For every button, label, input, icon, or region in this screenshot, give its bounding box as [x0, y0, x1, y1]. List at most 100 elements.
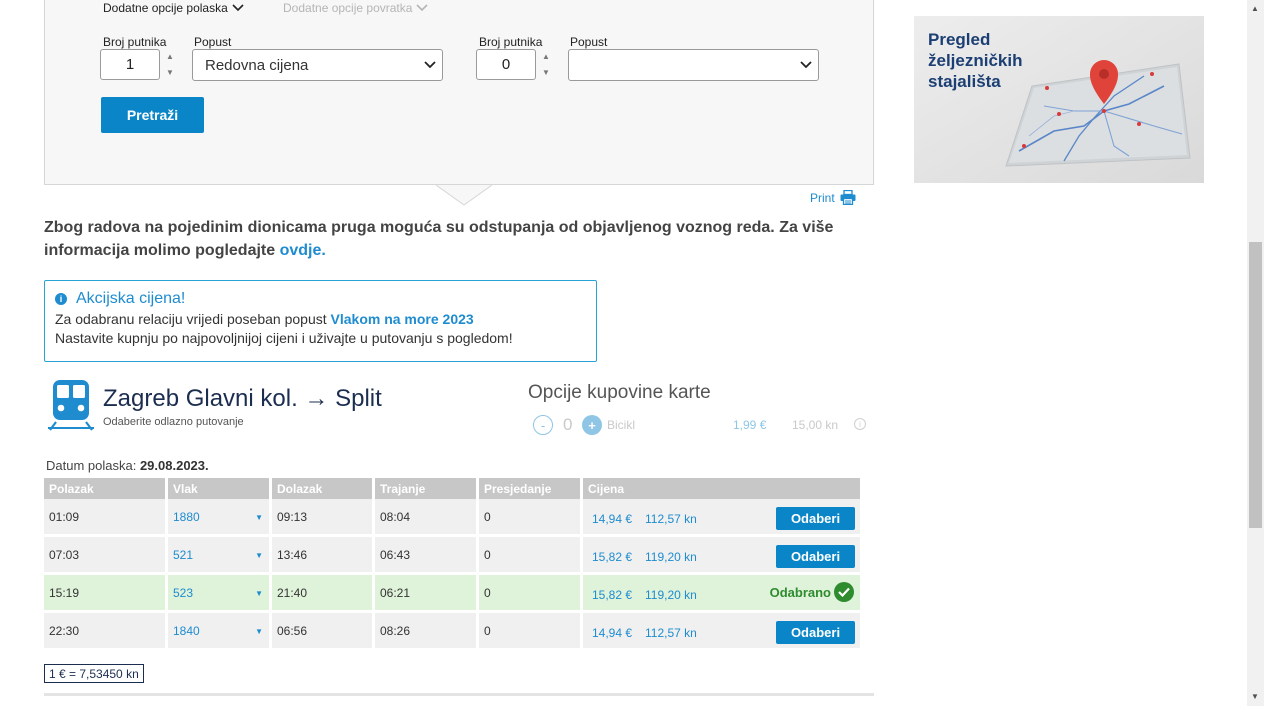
bicycle-price-kn: 15,00 kn	[792, 418, 839, 432]
table-row[interactable]: 22:30 1840 ▼ 06:56 08:26 0 14,94 € 112,57…	[44, 613, 860, 651]
train-number-link[interactable]: 1840 ▼	[168, 613, 272, 651]
stations-map-title-line: Pregled	[928, 30, 991, 49]
train-number-link[interactable]: 521 ▼	[168, 537, 272, 575]
checkmark-icon	[834, 582, 854, 602]
departure-date: Datum polaska: 29.08.2023.	[46, 458, 209, 473]
table-header-row: Polazak Vlak Dolazak Trajanje Presjedanj…	[44, 478, 860, 499]
increase-button[interactable]: +	[582, 415, 602, 435]
column-header: Trajanje	[375, 478, 479, 499]
select-button[interactable]: Odaberi	[776, 507, 855, 530]
transfers: 0	[479, 499, 583, 537]
arrival-time: 06:56	[272, 613, 375, 651]
search-panel: Dodatne opcije polaska Dodatne opcije po…	[44, 0, 874, 185]
stepper-up-icon[interactable]: ▲	[542, 51, 550, 63]
price-cell: 15,82 € 119,20 kn Odaberi	[583, 537, 860, 575]
price-cell: 14,94 € 112,57 kn Odaberi	[583, 499, 860, 537]
dropdown-arrow-icon[interactable]: ▼	[255, 551, 263, 560]
decrease-button[interactable]: -	[533, 415, 553, 435]
scroll-up-icon[interactable]: ▲	[1251, 4, 1259, 13]
tab-return-options[interactable]: Dodatne opcije povratka	[283, 1, 428, 15]
works-notice: Zbog radova na pojedinim dionicama pruga…	[44, 216, 864, 262]
chevron-down-icon	[800, 61, 812, 69]
select-button[interactable]: Odaberi	[776, 621, 855, 644]
timetable: Polazak Vlak Dolazak Trajanje Presjedanj…	[44, 478, 860, 651]
tab-departure-options[interactable]: Dodatne opcije polaska	[103, 1, 244, 15]
promo-highlight: Vlakom na more 2023	[330, 311, 474, 327]
stations-map-title-line: željezničkih	[928, 51, 1023, 70]
column-header: Cijena	[583, 478, 860, 499]
column-header: Presjedanje	[479, 478, 583, 499]
bicycle-price-eur: 1,99 €	[733, 418, 767, 432]
departure-time: 01:09	[44, 499, 168, 537]
transfers: 0	[479, 613, 583, 651]
transfers: 0	[479, 537, 583, 575]
bicycle-option-row: - 0 + Bicikl 1,99 € 15,00 kn i	[532, 414, 872, 436]
price-eur: 14,94 €	[592, 626, 633, 640]
print-link[interactable]: Print	[810, 190, 856, 205]
price-kn: 119,20 kn	[645, 588, 697, 602]
bicycle-label: Bicikl	[607, 418, 636, 432]
return-passengers-input[interactable]: 0	[476, 49, 536, 80]
column-header: Dolazak	[272, 478, 375, 499]
departure-passengers-label: Broj putnika	[103, 35, 167, 49]
info-icon[interactable]: i	[854, 418, 866, 430]
promo-line-2: Nastavite kupnju po najpovoljnijoj cijen…	[55, 330, 513, 346]
tab-departure-options-label: Dodatne opcije polaska	[103, 1, 228, 15]
table-row[interactable]: 01:09 1880 ▼ 09:13 08:04 0 14,94 € 112,57…	[44, 499, 860, 537]
price-cell: 15,82 € 119,20 kn Odabrano	[583, 575, 860, 613]
price-kn: 112,57 kn	[645, 626, 697, 640]
departure-discount-select[interactable]: Redovna cijena	[192, 49, 443, 81]
dropdown-arrow-icon[interactable]: ▼	[255, 589, 263, 598]
stepper-down-icon[interactable]: ▼	[166, 67, 174, 79]
route-title: Zagreb Glavni kol. → Split	[103, 385, 382, 412]
chevron-down-icon	[424, 61, 436, 69]
return-discount-select[interactable]	[568, 49, 819, 81]
page-scrollbar[interactable]: ▲ ▼	[1247, 0, 1264, 706]
price-eur: 14,94 €	[592, 512, 633, 526]
departure-discount-label: Popust	[194, 35, 232, 49]
duration: 08:04	[375, 499, 479, 537]
table-row[interactable]: 07:03 521 ▼ 13:46 06:43 0 15,82 € 119,20 …	[44, 537, 860, 575]
ticket-options-title: Opcije kupovine karte	[528, 382, 711, 403]
departure-passengers-stepper[interactable]: ▲ ▼	[165, 51, 175, 79]
chevron-down-icon	[416, 4, 428, 12]
printer-icon	[840, 190, 856, 205]
train-number: 521	[173, 547, 194, 562]
column-header: Polazak	[44, 478, 168, 499]
select-button[interactable]: Odaberi	[776, 545, 855, 568]
return-discount-label: Popust	[570, 35, 608, 49]
scrollbar-thumb[interactable]	[1249, 242, 1262, 528]
train-number-link[interactable]: 523 ▼	[168, 575, 272, 613]
arrival-time: 21:40	[272, 575, 375, 613]
column-header: Vlak	[168, 478, 272, 499]
departure-discount-value: Redovna cijena	[205, 56, 309, 74]
train-number-link[interactable]: 1880 ▼	[168, 499, 272, 537]
price-cell: 14,94 € 112,57 kn Odaberi	[583, 613, 860, 651]
promo-title-text: Akcijska cijena!	[76, 290, 186, 307]
return-passengers-stepper[interactable]: ▲ ▼	[541, 51, 551, 79]
dropdown-arrow-icon[interactable]: ▼	[255, 627, 263, 636]
departure-passengers-input[interactable]: 1	[100, 49, 160, 80]
stepper-down-icon[interactable]: ▼	[542, 67, 550, 79]
stepper-up-icon[interactable]: ▲	[166, 51, 174, 63]
divider	[44, 693, 874, 696]
works-notice-text: Zbog radova na pojedinim dionicama pruga…	[44, 219, 834, 259]
exchange-rate: 1 € = 7,53450 kn	[44, 664, 144, 683]
departure-time: 07:03	[44, 537, 168, 575]
table-row-selected[interactable]: 15:19 523 ▼ 21:40 06:21 0 15,82 € 119,20 …	[44, 575, 860, 613]
departure-time: 15:19	[44, 575, 168, 613]
search-button[interactable]: Pretraži	[101, 97, 204, 133]
chevron-down-icon	[232, 4, 244, 12]
dropdown-arrow-icon[interactable]: ▼	[255, 513, 263, 522]
duration: 08:26	[375, 613, 479, 651]
stations-map-banner[interactable]: Pregled željezničkih stajališta	[914, 16, 1204, 183]
arrival-time: 09:13	[272, 499, 375, 537]
scroll-down-icon[interactable]: ▼	[1251, 692, 1259, 701]
promo-box: i Akcijska cijena! Za odabranu relaciju …	[44, 280, 597, 362]
works-notice-link[interactable]: ovdje.	[280, 242, 326, 259]
tab-return-options-label: Dodatne opcije povratka	[283, 1, 413, 15]
info-icon: i	[55, 293, 67, 305]
return-passengers-label: Broj putnika	[479, 35, 543, 49]
selected-label: Odabrano	[769, 584, 831, 600]
duration: 06:21	[375, 575, 479, 613]
